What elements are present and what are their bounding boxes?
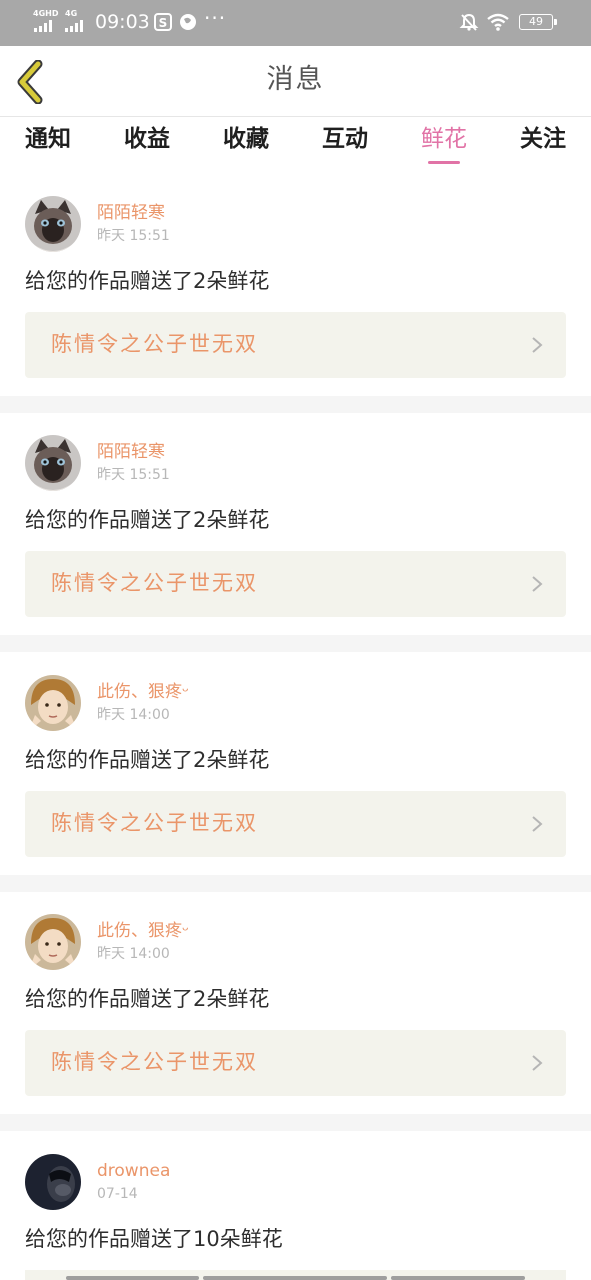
message-card: 陌陌轻寒 昨天 15:51 给您的作品赠送了2朵鲜花 陈情令之公子世无双 (0, 435, 591, 635)
nav-gesture-bar (203, 1276, 387, 1280)
nav-gesture-bar (66, 1276, 199, 1280)
nav-gesture-bar (391, 1276, 525, 1280)
tab-interactions[interactable]: 互动 (310, 123, 380, 155)
card-separator (0, 396, 591, 413)
card-separator (0, 635, 591, 652)
message-text: 给您的作品赠送了2朵鲜花 (25, 748, 270, 772)
work-title: 陈情令之公子世无双 (51, 571, 258, 595)
network-type-2: 4G (65, 9, 78, 18)
work-link[interactable]: 陈情令之公子世无双 (25, 312, 566, 378)
message-card: 此伤、狠疼ᵕ 昨天 14:00 给您的作品赠送了2朵鲜花 陈情令之公子世无双 (0, 914, 591, 1114)
chevron-right-icon (532, 1055, 543, 1071)
signal-icon-2 (65, 20, 83, 32)
username[interactable]: drownea (97, 1160, 170, 1182)
mute-icon (459, 13, 479, 31)
svg-text:S: S (159, 16, 168, 30)
tab-earnings[interactable]: 收益 (112, 123, 182, 155)
tab-notifications[interactable]: 通知 (13, 123, 83, 155)
timestamp: 07-14 (97, 1186, 138, 1202)
tab-flowers[interactable]: 鲜花 (409, 123, 479, 155)
tab-favorites[interactable]: 收藏 (211, 123, 281, 155)
clock: 09:03 (95, 11, 150, 33)
page-title: 消息 (266, 64, 325, 95)
username[interactable]: 此伤、狠疼ᵕ (97, 920, 189, 942)
wifi-icon (487, 13, 509, 31)
chevron-right-icon (532, 816, 543, 832)
signal-icon-1 (34, 20, 52, 32)
more-notifications-icon: ··· (204, 6, 227, 30)
message-text: 给您的作品赠送了2朵鲜花 (25, 269, 270, 293)
username[interactable]: 陌陌轻寒 (97, 441, 165, 463)
timestamp: 昨天 15:51 (97, 228, 170, 244)
active-tab-indicator (428, 161, 460, 164)
work-link[interactable]: 陈情令之公子世无双 (25, 791, 566, 857)
tab-follows[interactable]: 关注 (508, 123, 578, 155)
username[interactable]: 陌陌轻寒 (97, 202, 165, 224)
status-bar: 4GHD 4G 09:03 S ··· 49 (0, 0, 591, 46)
cat-avatar[interactable] (25, 196, 81, 252)
work-title: 陈情令之公子世无双 (51, 1050, 258, 1074)
person-avatar[interactable] (25, 675, 81, 731)
chevron-right-icon (532, 337, 543, 353)
message-text: 给您的作品赠送了2朵鲜花 (25, 987, 270, 1011)
battery-indicator: 49 (519, 14, 557, 30)
card-separator (0, 875, 591, 892)
message-card: 陌陌轻寒 昨天 15:51 给您的作品赠送了2朵鲜花 陈情令之公子世无双 (0, 196, 591, 396)
timestamp: 昨天 14:00 (97, 946, 170, 962)
message-text: 给您的作品赠送了2朵鲜花 (25, 508, 270, 532)
work-link[interactable]: 陈情令之公子世无双 (25, 1030, 566, 1096)
message-text: 给您的作品赠送了10朵鲜花 (25, 1227, 283, 1251)
work-title: 陈情令之公子世无双 (51, 811, 258, 835)
app-notification-icon: S (154, 13, 172, 31)
work-title: 陈情令之公子世无双 (51, 332, 258, 356)
work-link[interactable]: 陈情令之公子世无双 (25, 551, 566, 617)
message-card: 此伤、狠疼ᵕ 昨天 14:00 给您的作品赠送了2朵鲜花 陈情令之公子世无双 (0, 675, 591, 875)
cat-avatar[interactable] (25, 435, 81, 491)
timestamp: 昨天 15:51 (97, 467, 170, 483)
tab-bar: 通知 收益 收藏 互动 鲜花 关注 (0, 117, 591, 171)
browser-notification-icon (180, 14, 196, 30)
network-type-1: 4GHD (33, 9, 59, 18)
app-header: 消息 (0, 46, 591, 116)
message-card: drownea 07-14 给您的作品赠送了10朵鲜花 (0, 1154, 591, 1270)
username[interactable]: 此伤、狠疼ᵕ (97, 681, 189, 703)
card-separator (0, 1114, 591, 1131)
chevron-right-icon (532, 576, 543, 592)
dark-avatar[interactable] (25, 1154, 81, 1210)
timestamp: 昨天 14:00 (97, 707, 170, 723)
person-avatar[interactable] (25, 914, 81, 970)
